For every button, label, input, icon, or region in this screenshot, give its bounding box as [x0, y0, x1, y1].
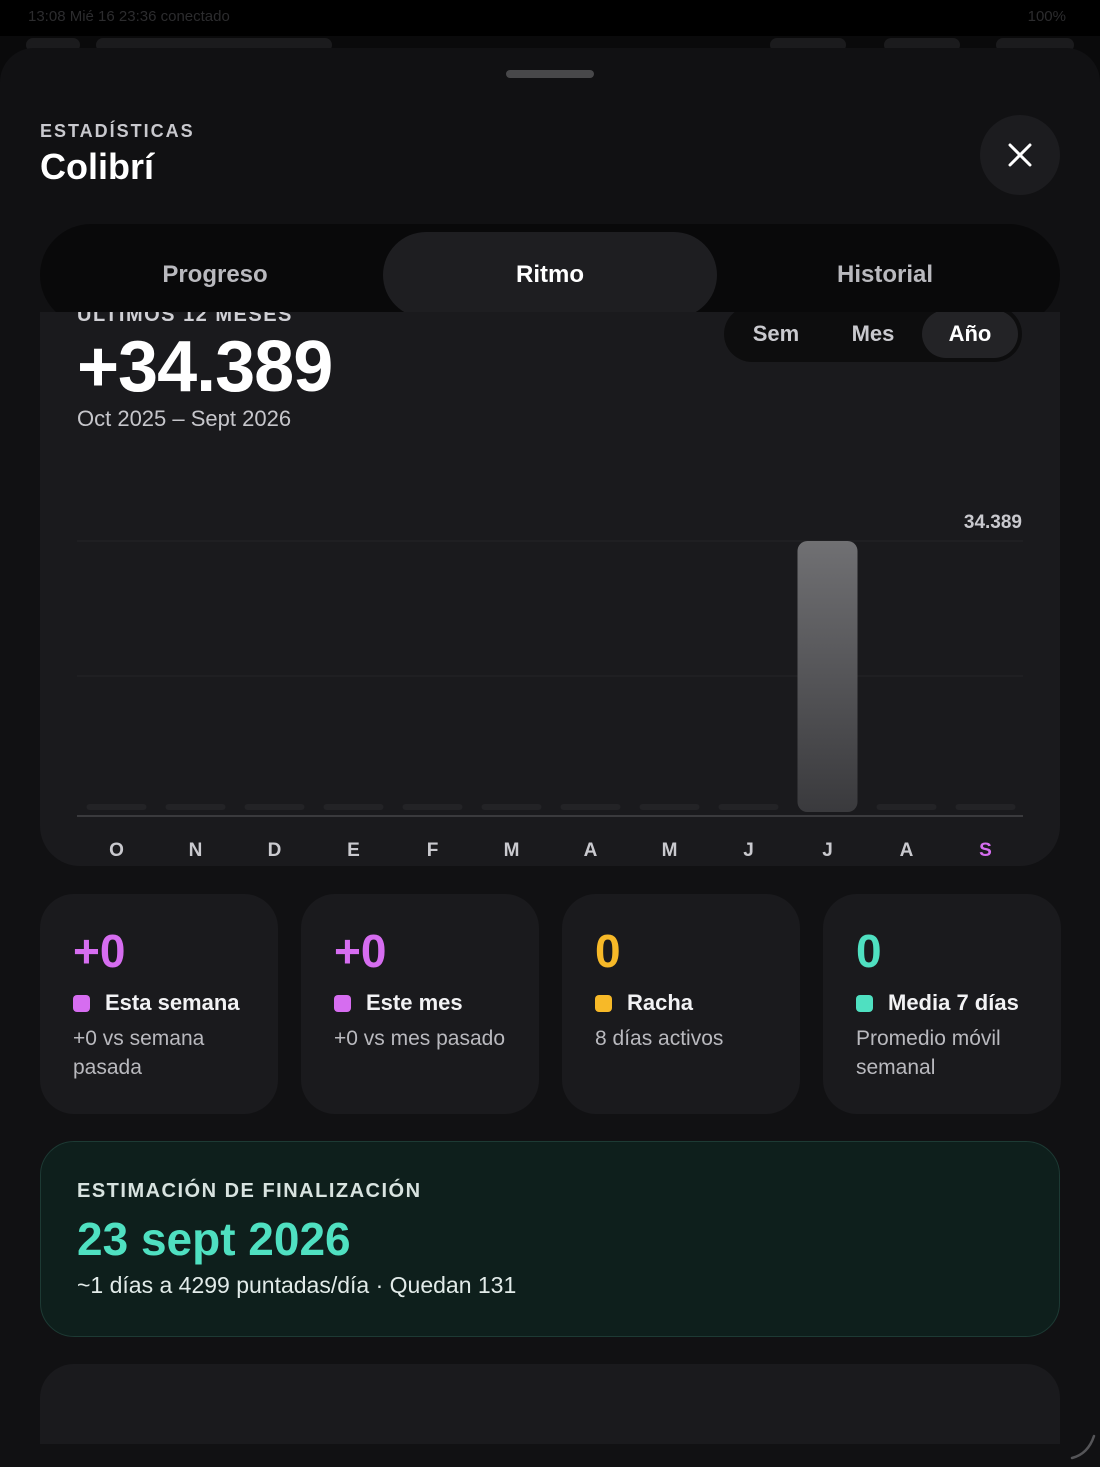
monthly-bar-chart: 34.389 O N D E F M A M J J A S — [77, 512, 1023, 861]
stat-subtext: Promedio móvil semanal — [856, 1027, 1001, 1079]
chart-bar[interactable] — [955, 804, 1016, 810]
stat-label-text: Racha — [627, 990, 694, 1015]
stat-value: 0 — [856, 925, 882, 977]
chart-bar[interactable] — [876, 804, 937, 810]
stat-value: +0 — [334, 925, 387, 977]
sheet-grabber[interactable] — [506, 70, 594, 78]
estimate-heading: ESTIMACIÓN DE FINALIZACIÓN — [77, 1180, 422, 1202]
estimate-detail: ~1 días a 4299 puntadas/día · Quedan 131 — [77, 1272, 517, 1298]
stat-label: Este mes — [334, 990, 463, 1016]
x-tick-label: M — [662, 840, 678, 861]
stat-value: +0 — [73, 925, 126, 977]
stat-label: Racha — [595, 990, 693, 1016]
close-button[interactable] — [980, 115, 1060, 195]
status-bar-time: 13:08 Mié 16 23:36 conectado — [28, 8, 230, 25]
stat-label: Esta semana — [73, 990, 240, 1016]
x-tick-label: F — [427, 840, 439, 861]
x-tick-label: N — [189, 840, 203, 861]
next-card — [40, 1364, 1060, 1444]
stat-subtext: +0 vs mes pasado — [334, 1027, 506, 1050]
chart-bar[interactable] — [323, 804, 384, 810]
stat-card-average: 0 Media 7 días Promedio móvil semanal — [823, 894, 1061, 1114]
stat-label-text: Esta semana — [105, 990, 240, 1015]
x-tick-label: A — [900, 840, 914, 861]
x-tick-label: A — [584, 840, 598, 861]
chart-bar[interactable] — [797, 541, 858, 812]
completion-estimate-card: ESTIMACIÓN DE FINALIZACIÓN 23 sept 2026 … — [40, 1141, 1060, 1337]
pace-card: ÚLTIMOS 12 MESES +34.389 Oct 2025 – Sept… — [40, 312, 1060, 866]
x-tick-label: S — [979, 840, 992, 861]
x-tick-label: O — [109, 840, 124, 861]
estimate-date: 23 sept 2026 — [77, 1213, 351, 1265]
chart-bar[interactable] — [244, 804, 305, 810]
status-bar: 13:08 Mié 16 23:36 conectado 100% — [0, 0, 1100, 36]
chart-bar[interactable] — [639, 804, 700, 810]
chart-bar[interactable] — [481, 804, 542, 810]
chart-bar[interactable] — [560, 804, 621, 810]
legend-dot — [595, 994, 612, 1012]
chart-max-label: 34.389 — [964, 512, 1022, 533]
stat-card-streak: 0 Racha 8 días activos — [562, 894, 800, 1114]
resize-handle-icon — [1070, 1434, 1096, 1460]
x-tick-label: M — [504, 840, 520, 861]
chart-bar[interactable] — [86, 804, 147, 810]
stat-label-text: Este mes — [366, 990, 463, 1015]
tab-ritmo[interactable]: Ritmo — [383, 232, 717, 318]
chart-bar[interactable] — [718, 804, 779, 810]
tab-historial[interactable]: Historial — [718, 232, 1052, 318]
stat-subtext: +0 vs semana pasada — [73, 1027, 205, 1079]
project-title: Colibrí — [40, 146, 154, 187]
legend-dot — [334, 994, 351, 1012]
chart-bar[interactable] — [165, 804, 226, 810]
stat-subtext: 8 días activos — [595, 1027, 724, 1050]
stat-card-week: +0 Esta semana +0 vs semana pasada — [40, 894, 278, 1114]
x-tick-label: D — [268, 840, 282, 861]
legend-dot — [73, 994, 90, 1012]
x-tick-label: J — [743, 840, 754, 861]
stats-tab-bar: Progreso Ritmo Historial — [40, 224, 1060, 326]
stat-label: Media 7 días — [856, 990, 1019, 1016]
x-tick-label: E — [347, 840, 360, 861]
legend-dot — [856, 994, 873, 1012]
stat-card-month: +0 Este mes +0 vs mes pasado — [301, 894, 539, 1114]
stat-value: 0 — [595, 925, 621, 977]
close-icon — [1008, 143, 1032, 167]
battery-level: 100% — [1027, 8, 1066, 25]
chart-bar[interactable] — [402, 804, 463, 810]
x-tick-label: J — [822, 840, 833, 861]
section-eyebrow: ESTADÍSTICAS — [40, 121, 195, 141]
stat-label-text: Media 7 días — [888, 990, 1019, 1015]
tab-progreso[interactable]: Progreso — [48, 232, 382, 318]
